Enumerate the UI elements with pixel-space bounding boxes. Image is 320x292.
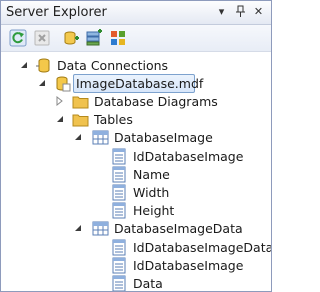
close-icon[interactable]: ✕ <box>251 4 266 19</box>
pin-icon[interactable] <box>233 4 248 19</box>
folder-icon <box>72 96 89 109</box>
refresh-icon[interactable] <box>9 29 27 47</box>
collapse-arrow-icon[interactable] <box>37 78 47 88</box>
tree-node-tables[interactable]: Tables <box>1 110 271 129</box>
tree-node-column[interactable]: Name <box>1 165 271 184</box>
tree-node-table-databaseimage[interactable]: DatabaseImage <box>1 128 271 147</box>
collapse-arrow-icon[interactable] <box>19 60 29 70</box>
tree-label-table: DatabaseImageData <box>114 221 243 236</box>
column-icon <box>112 239 126 256</box>
tree-node-column[interactable]: IdDatabaseImageData <box>1 238 271 257</box>
table-icon <box>92 221 109 236</box>
tree-label-column: Height <box>133 203 175 218</box>
connect-to-database-icon[interactable] <box>63 29 81 47</box>
folder-icon <box>72 114 89 127</box>
database-icon <box>56 76 71 92</box>
toolbar <box>1 25 271 52</box>
tree-label-column: IdDatabaseImageData <box>133 240 272 255</box>
stop-icon[interactable] <box>33 29 51 47</box>
tree-label-column: IdDatabaseImage <box>133 149 244 164</box>
collapse-arrow-icon[interactable] <box>55 114 65 124</box>
connect-to-server-icon[interactable] <box>85 29 103 47</box>
tree-label-table: DatabaseImage <box>114 130 213 145</box>
tree-label-data-connections: Data Connections <box>57 58 169 73</box>
tree-label-image-database: ImageDatabase.mdf <box>76 76 204 91</box>
table-icon <box>92 130 109 145</box>
tree-node-data-connections[interactable]: Data Connections <box>1 56 271 75</box>
expand-arrow-icon[interactable] <box>55 96 65 106</box>
server-tree: Data Connections ImageDatabase.mdf Datab… <box>1 52 271 291</box>
tree-node-table-databaseimagedata[interactable]: DatabaseImageData <box>1 219 271 238</box>
panel-title: Server Explorer <box>6 5 107 20</box>
tree-label-column: Data <box>133 276 163 291</box>
column-icon <box>112 184 126 201</box>
tree-node-column[interactable]: Data <box>1 274 271 291</box>
tree-label-database-diagrams: Database Diagrams <box>94 94 218 109</box>
tree-node-column[interactable]: Width <box>1 183 271 202</box>
tree-label-column: Width <box>133 185 170 200</box>
column-icon <box>112 148 126 165</box>
tree-label-column: IdDatabaseImage <box>133 258 244 273</box>
dropdown-arrow-icon[interactable]: ▾ <box>214 4 229 19</box>
tree-label-tables: Tables <box>94 112 133 127</box>
title-bar: Server Explorer ▾ ✕ <box>1 1 271 25</box>
tree-node-image-database[interactable]: ImageDatabase.mdf <box>1 74 271 93</box>
column-icon <box>112 166 126 183</box>
tree-node-database-diagrams[interactable]: Database Diagrams <box>1 92 271 111</box>
collapse-arrow-icon[interactable] <box>73 223 83 233</box>
data-connections-icon <box>36 58 50 73</box>
server-explorer-panel: Server Explorer ▾ ✕ Data Connections Ima… <box>0 0 272 292</box>
tree-node-column[interactable]: Height <box>1 201 271 220</box>
column-icon <box>112 202 126 219</box>
tree-node-column[interactable]: IdDatabaseImage <box>1 256 271 275</box>
column-icon <box>112 275 126 291</box>
tree-label-column: Name <box>133 167 170 182</box>
column-icon <box>112 257 126 274</box>
collapse-arrow-icon[interactable] <box>73 132 83 142</box>
sharepoint-connection-icon[interactable] <box>109 29 127 47</box>
tree-node-column[interactable]: IdDatabaseImage <box>1 147 271 166</box>
